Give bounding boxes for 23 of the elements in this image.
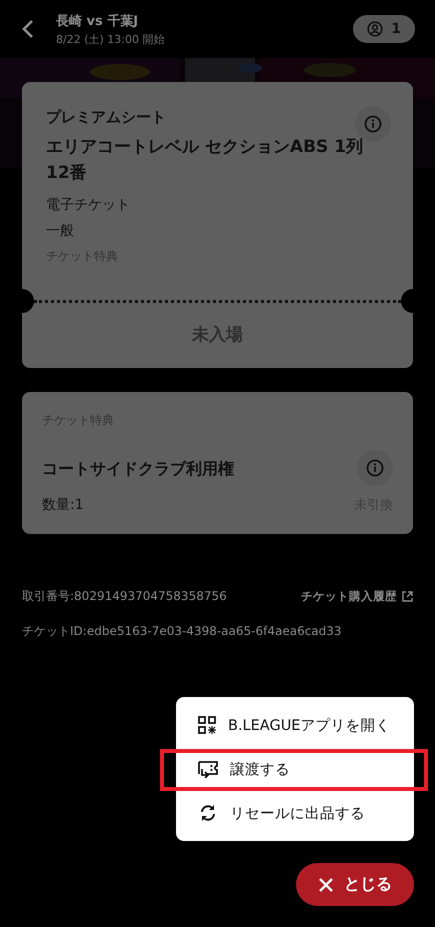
ticket-category: 一般: [46, 222, 74, 240]
event-date: 8/22 (土) 13:00 開始: [56, 32, 166, 46]
transaction-number: 取引番号:80291493704758358756: [22, 588, 227, 605]
perk-quantity: 数量:1: [42, 496, 84, 514]
external-link-icon: [402, 591, 413, 602]
menu-item[interactable]: B.LEAGUEアプリを開く: [176, 703, 414, 747]
seat-type: プレミアムシート: [46, 108, 166, 127]
info-button[interactable]: [357, 450, 393, 486]
menu-item[interactable]: リセールに出品する: [176, 791, 414, 835]
close-icon: [318, 876, 334, 892]
ticket-transfer-icon: [198, 760, 218, 778]
seat-info: エリアコートレベル セクションABS 1列 12番: [46, 136, 364, 184]
close-button[interactable]: とじる: [296, 863, 414, 906]
refresh-icon: [198, 804, 218, 822]
perk-name: コートサイドクラブ利用権: [42, 459, 234, 480]
event-title: 長崎 vs 千葉J: [56, 12, 140, 30]
purchase-history-link[interactable]: チケット購入履歴: [301, 589, 413, 604]
ticket-format: 電子チケット: [46, 196, 130, 214]
info-icon: [364, 115, 382, 133]
ticket-id: チケットID:edbe5163-7e03-4398-aa65-6f4aea6cad33: [22, 623, 343, 640]
info-icon: [366, 459, 384, 477]
user-icon: [367, 21, 384, 37]
qr-code-icon: [198, 716, 216, 734]
